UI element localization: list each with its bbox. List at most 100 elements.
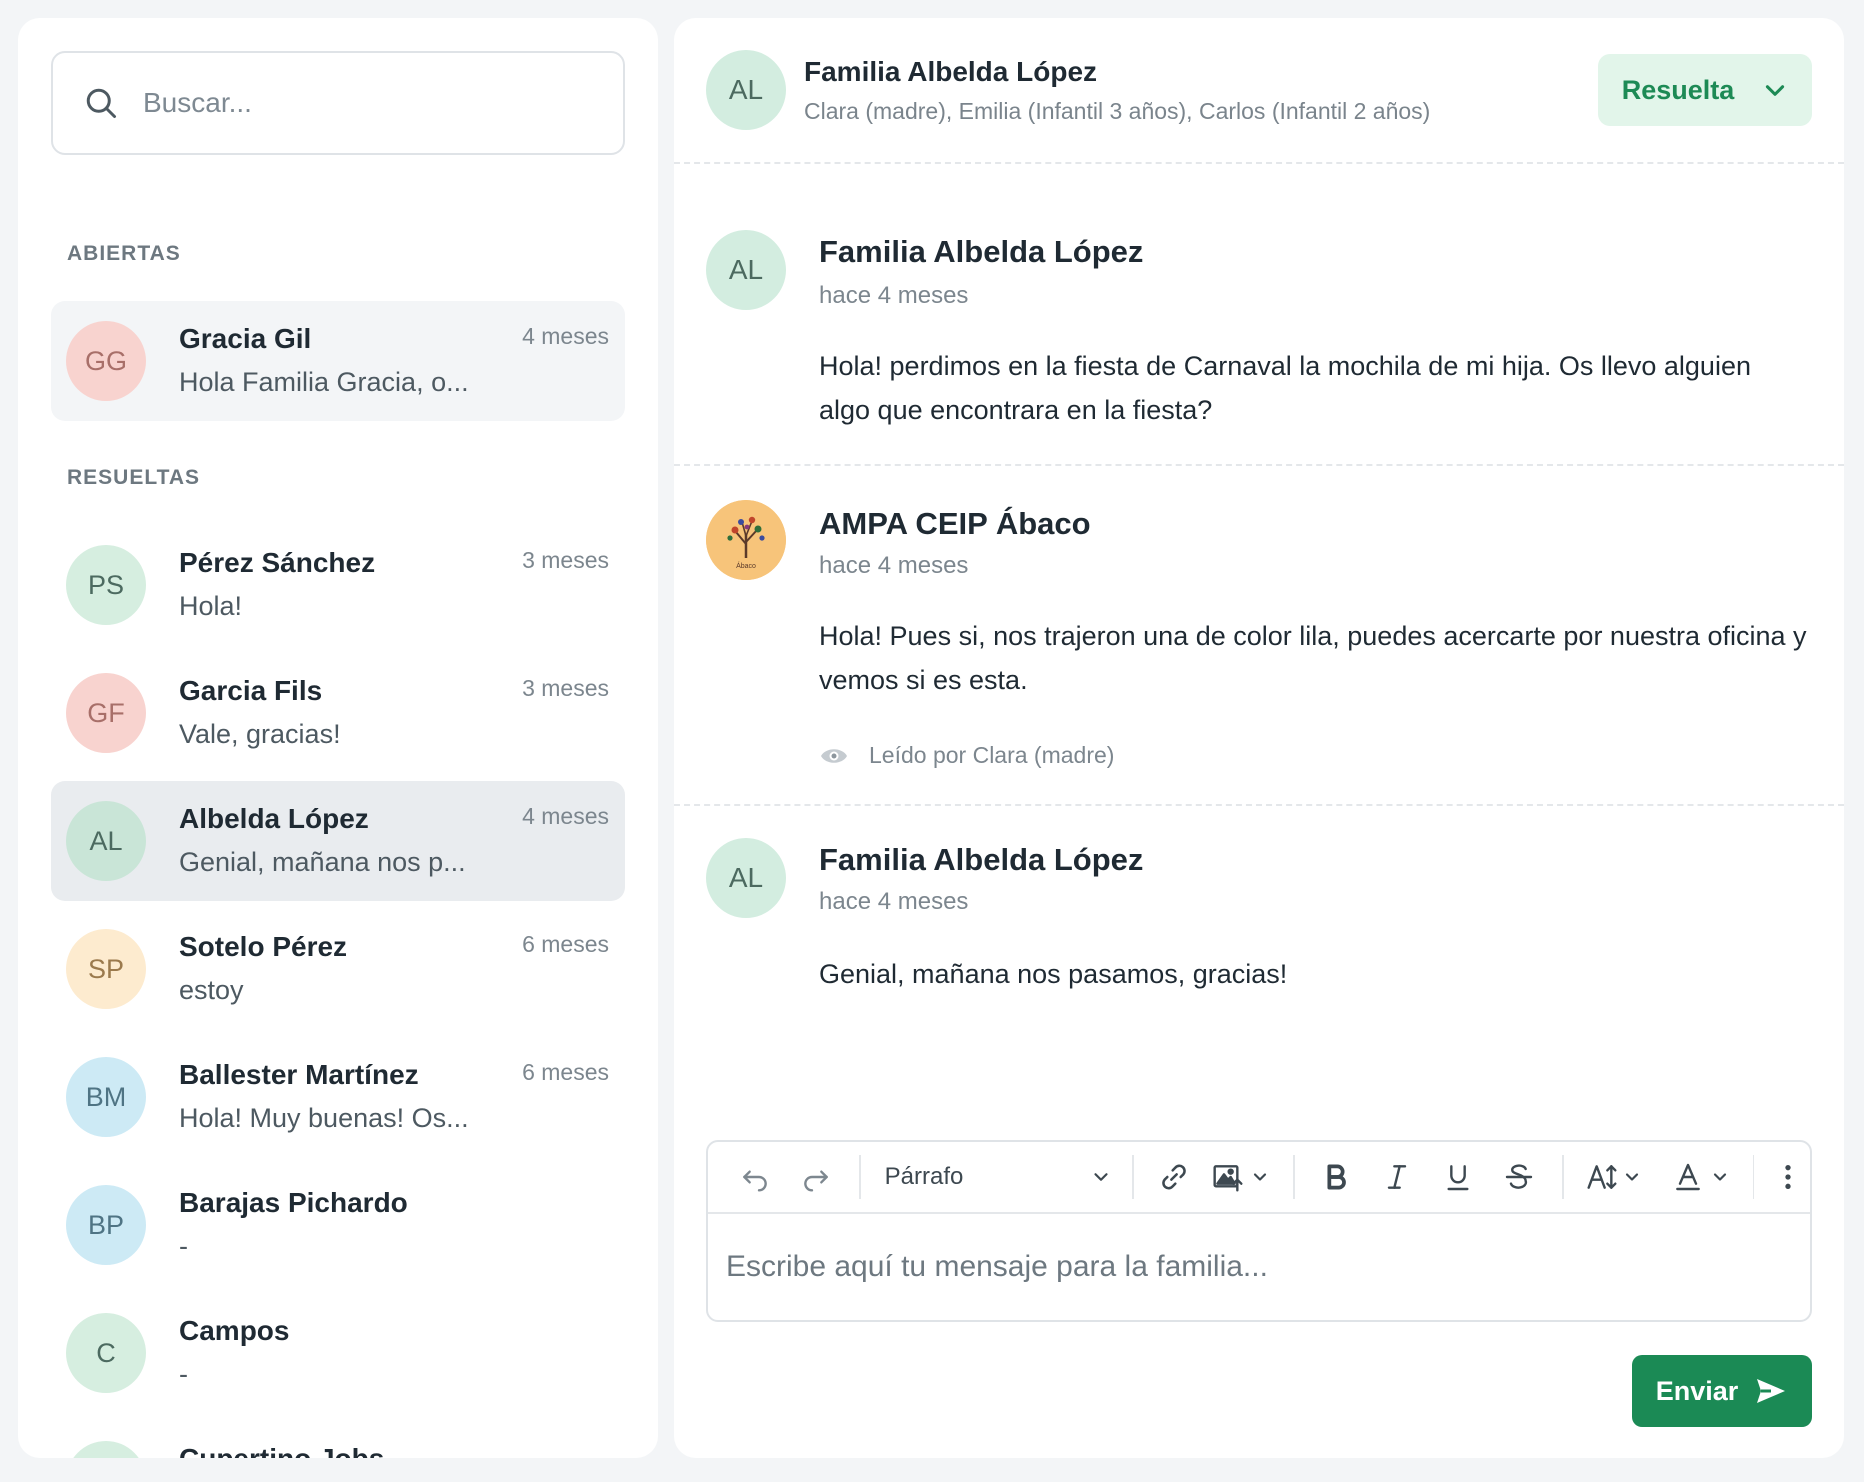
conversation-name: Campos [179,1315,290,1346]
conversation-item-ballester-martinez[interactable]: BM Ballester Martínez 6 meses Hola! Muy … [51,1037,625,1157]
logo-text: Ábaco [736,563,756,570]
conversation-panel: AL Familia Albelda López Clara (madre), … [674,18,1844,1458]
bold-button[interactable] [1307,1149,1366,1205]
editor-area[interactable] [708,1214,1810,1320]
underline-icon [1447,1165,1469,1191]
divider [674,162,1844,164]
chevron-down-icon [1094,1173,1108,1181]
conversation-item-cupertino-jobs[interactable]: CJ Cupertino Jobs [51,1421,625,1458]
resolved-section-title: RESUELTAS [67,466,201,489]
strikethrough-button[interactable] [1489,1149,1550,1205]
font-size-icon [1587,1165,1617,1189]
editor-toolbar: Párrafo [708,1142,1810,1214]
conversation-name: Cupertino Jobs [179,1443,384,1458]
message-body: Hola! perdimos en la fiesta de Carnaval … [819,351,1751,425]
read-by-text: Leído por Clara (madre) [869,742,1115,768]
message-avatar: AL [706,230,786,310]
link-button[interactable] [1146,1149,1201,1205]
toolbar-separator [858,1155,861,1199]
toolbar-separator [1292,1155,1295,1199]
send-icon [1757,1379,1786,1403]
bold-icon [1327,1164,1347,1190]
message-author: Familia Albelda López [819,234,1144,269]
chevron-down-icon [1625,1173,1638,1181]
image-upload-icon [1213,1165,1243,1192]
italic-button[interactable] [1366,1149,1427,1205]
conversation-preview: Hola! [179,591,243,621]
message-time: hace 4 meses [819,282,969,309]
redo-icon [804,1170,828,1192]
conversation-time: 3 meses [522,675,609,701]
conversation-name: Sotelo Pérez [179,931,348,962]
conversation-item-perez-sanchez[interactable]: PS Pérez Sánchez 3 meses Hola! [51,525,625,645]
conversation-item-gracia-gil[interactable]: GG Gracia Gil 4 meses Hola Familia Graci… [51,301,625,421]
toolbar-separator [1752,1155,1755,1199]
redo-button[interactable] [785,1149,846,1205]
conversation-preview: - [179,1359,188,1389]
avatar: CJ [66,1441,146,1458]
avatar: PS [66,545,146,625]
message-body: Hola! Pues si, nos trajeron una de color… [819,621,1807,695]
conversation-item-garcia-fils[interactable]: GF Garcia Fils 3 meses Vale, gracias! [51,653,625,773]
strikethrough-icon [1506,1164,1533,1189]
avatar: C [66,1313,146,1393]
avatar: AL [66,801,146,881]
insert-image-button[interactable] [1202,1149,1281,1205]
toolbar-separator [1132,1155,1135,1199]
message-editor: Párrafo [706,1140,1812,1322]
message-author: Familia Albelda López [819,842,1144,877]
avatar: BP [66,1185,146,1265]
conversation-preview: Vale, gracias! [179,719,341,749]
message-input[interactable] [726,1250,1786,1284]
conversation-preview: Genial, mañana nos p... [179,847,466,877]
message-avatar: AL [706,838,786,918]
conversation-name: Albelda López [179,803,369,834]
chevron-down-icon [1713,1173,1727,1181]
conversation-time: 4 meses [522,803,609,829]
conversation-item-sotelo-perez[interactable]: SP Sotelo Pérez 6 meses estoy [51,909,625,1029]
message-body: Genial, mañana nos pasamos, gracias! [819,959,1288,989]
block-format-select[interactable]: Párrafo [873,1149,1121,1205]
more-vertical-icon [1785,1165,1791,1189]
conversation-preview: estoy [179,975,244,1005]
read-receipt: Leído por Clara (madre) [819,742,1114,769]
search-input[interactable] [143,87,583,119]
conversation-preview: Hola Familia Gracia, o... [179,367,469,397]
conversation-name: Barajas Pichardo [179,1187,408,1218]
search-box[interactable] [51,51,625,155]
undo-icon [742,1170,767,1192]
font-size-button[interactable] [1576,1149,1651,1205]
conversation-name: Garcia Fils [179,675,323,706]
chevron-down-icon [1766,85,1785,96]
header-avatar: AL [706,50,786,130]
divider [674,464,1844,466]
conversation-item-albelda-lopez[interactable]: AL Albelda López 4 meses Genial, mañana … [51,781,625,901]
conversation-participants: Clara (madre), Emilia (Infantil 3 años),… [804,98,1431,124]
chevron-down-icon [1254,1173,1267,1181]
conversation-name: Gracia Gil [179,323,312,354]
conversation-name: Ballester Martínez [179,1059,419,1090]
font-color-button[interactable] [1661,1149,1740,1205]
conversation-sidebar: ABIERTAS GG Gracia Gil 4 meses Hola Fami… [18,18,658,1458]
send-button[interactable]: Enviar [1632,1355,1812,1427]
status-label: Resuelta [1621,74,1735,105]
conversation-preview: - [179,1231,188,1261]
undo-button[interactable] [724,1149,785,1205]
status-dropdown[interactable]: Resuelta [1598,54,1812,126]
block-format-label: Párrafo [884,1163,964,1190]
eye-icon [821,748,847,763]
conversation-item-campos[interactable]: C Campos - [51,1293,625,1413]
link-icon [1162,1164,1186,1190]
avatar: GG [66,321,146,401]
conversation-item-barajas-pichardo[interactable]: BP Barajas Pichardo - [51,1165,625,1285]
message-time: hace 4 meses [819,552,969,579]
conversation-time: 6 meses [522,931,609,957]
more-options-button[interactable] [1766,1149,1810,1205]
avatar: GF [66,673,146,753]
divider [674,804,1844,806]
message-time: hace 4 meses [819,888,969,915]
search-icon [86,88,116,118]
avatar: BM [66,1057,146,1137]
underline-button[interactable] [1427,1149,1488,1205]
conversation-title: Familia Albelda López [804,56,1098,87]
